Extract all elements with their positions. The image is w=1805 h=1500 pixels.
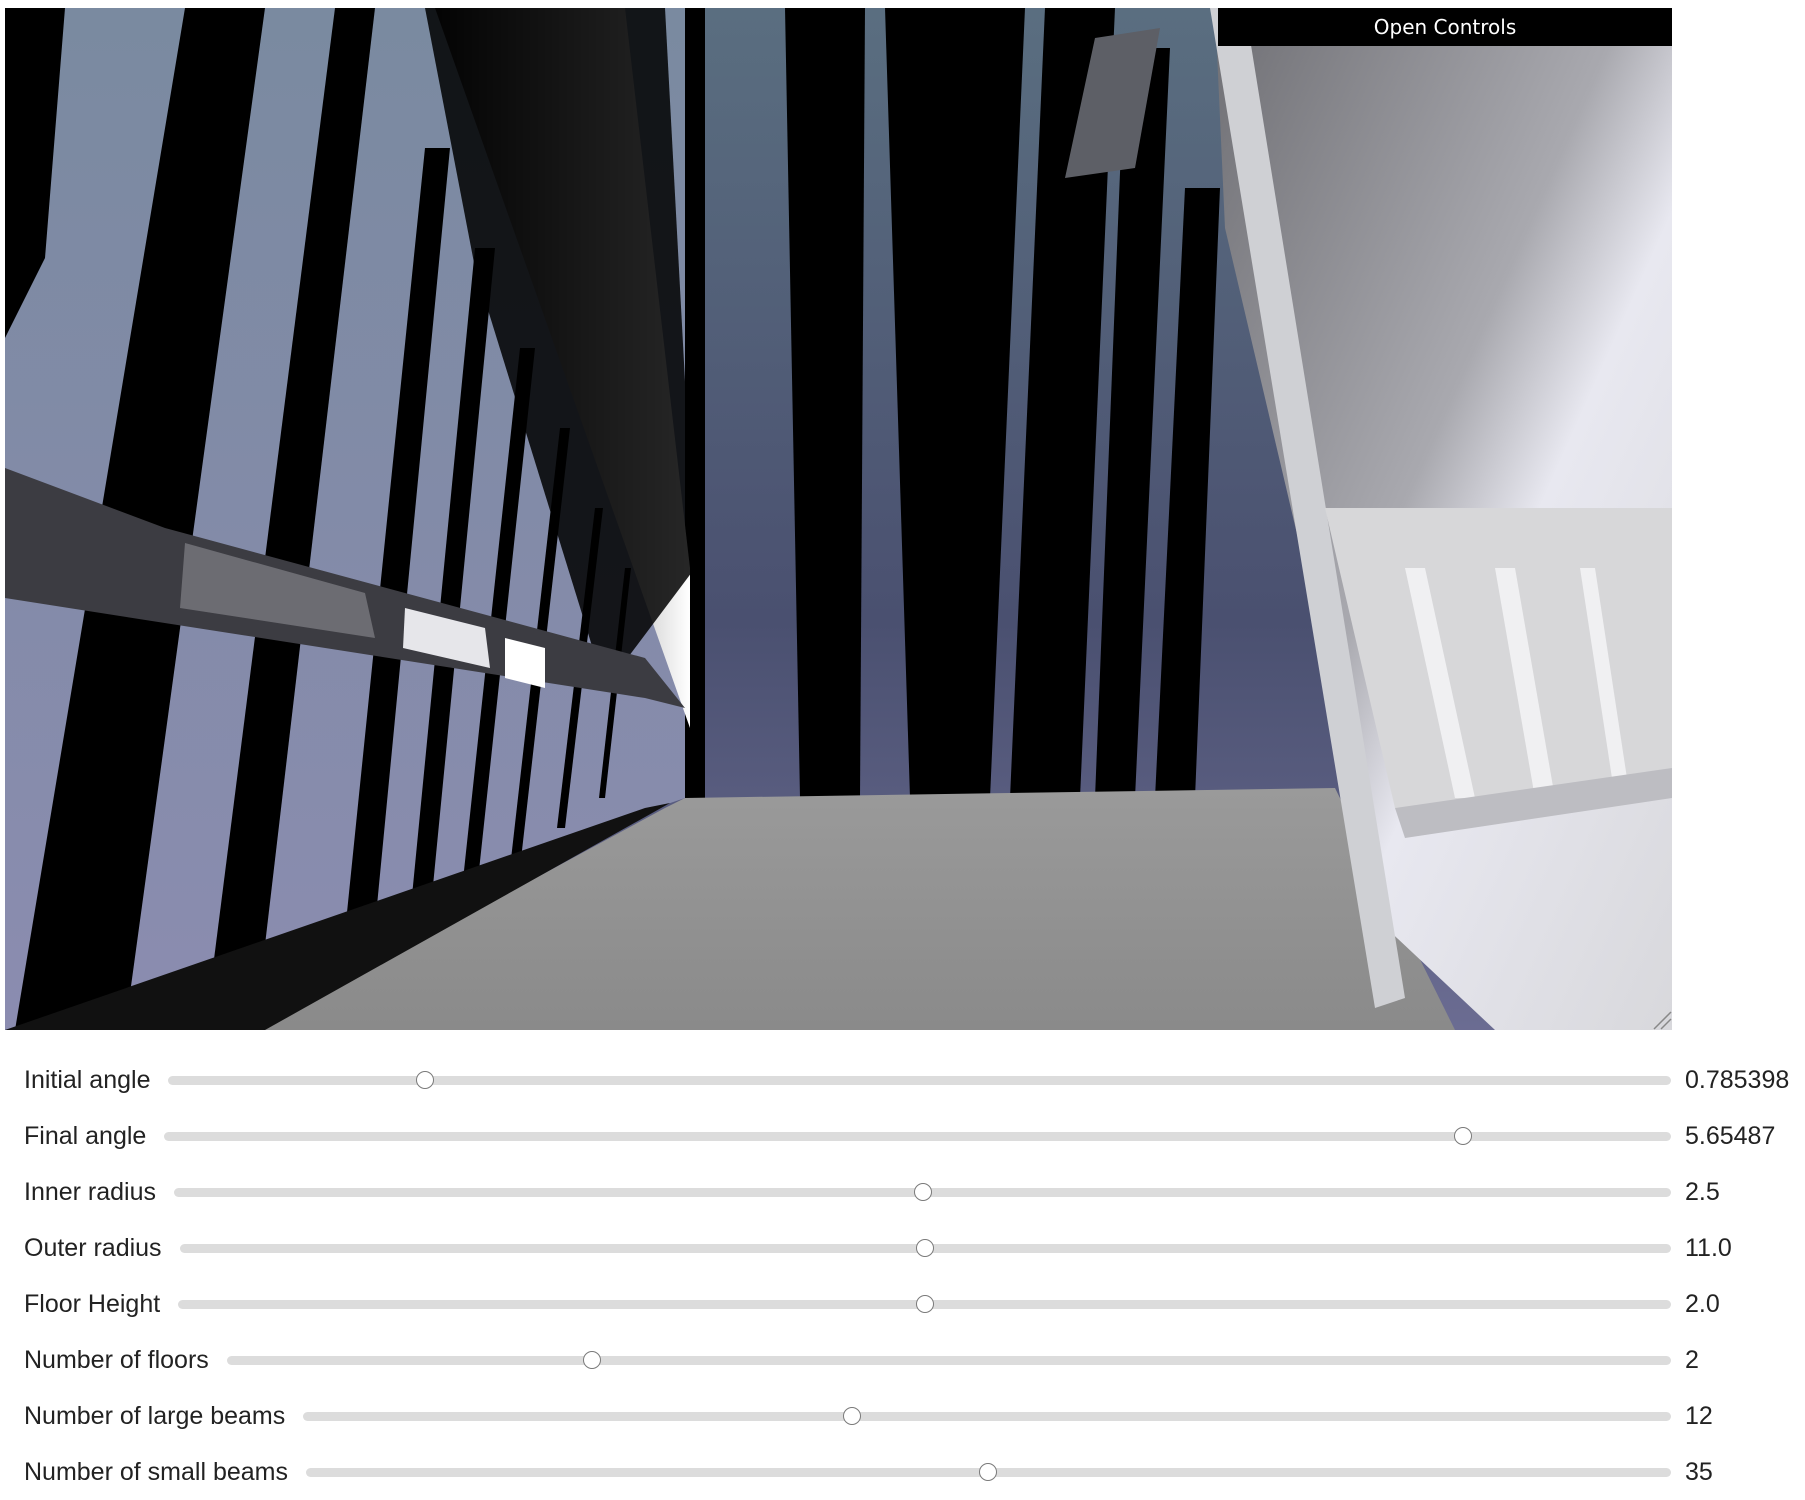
slider-label: Number of small beams: [24, 1457, 288, 1486]
number-of-small-beams-slider-thumb[interactable]: [979, 1463, 998, 1481]
slider-row-inner-radius: Inner radius 2.5: [0, 1164, 1805, 1220]
slider-value: 2: [1685, 1345, 1699, 1374]
number-of-floors-slider-thumb[interactable]: [583, 1351, 602, 1369]
slider-label: Outer radius: [24, 1233, 162, 1262]
slider-row-initial-angle: Initial angle 0.785398: [0, 1052, 1805, 1108]
slider-label: Number of floors: [24, 1345, 209, 1374]
number-of-small-beams-slider-track[interactable]: [305, 1463, 1671, 1481]
slider-value: 11.0: [1685, 1233, 1732, 1262]
slider-row-number-of-small-beams: Number of small beams 35: [0, 1444, 1805, 1500]
floor-height-slider-thumb[interactable]: [915, 1295, 934, 1313]
slider-row-outer-radius: Outer radius 11.0: [0, 1220, 1805, 1276]
slider-row-number-of-floors: Number of floors 2: [0, 1332, 1805, 1388]
initial-angle-slider-track[interactable]: [168, 1071, 1671, 1089]
floor-height-slider-track[interactable]: [178, 1295, 1671, 1313]
outer-radius-slider-thumb[interactable]: [916, 1239, 935, 1257]
inner-radius-slider-thumb[interactable]: [913, 1183, 932, 1201]
open-controls-button[interactable]: Open Controls: [1218, 8, 1672, 46]
slider-row-final-angle: Final angle 5.65487: [0, 1108, 1805, 1164]
initial-angle-slider-thumb[interactable]: [416, 1071, 435, 1089]
3d-viewport[interactable]: Open Controls: [5, 8, 1672, 1030]
final-angle-slider-thumb[interactable]: [1454, 1127, 1473, 1145]
number-of-floors-slider-track[interactable]: [226, 1351, 1671, 1369]
slider-value: 12: [1685, 1401, 1713, 1430]
slider-label: Inner radius: [24, 1177, 157, 1206]
3d-scene-render[interactable]: [5, 8, 1672, 1030]
slider-label: Final angle: [24, 1121, 147, 1150]
slider-row-number-of-large-beams: Number of large beams 12: [0, 1388, 1805, 1444]
inner-radius-slider-track[interactable]: [174, 1183, 1671, 1201]
slider-value: 2.5: [1685, 1177, 1720, 1206]
slider-label: Floor Height: [24, 1289, 161, 1318]
slider-label: Initial angle: [24, 1065, 151, 1094]
final-angle-slider-track[interactable]: [164, 1127, 1671, 1145]
slider-label: Number of large beams: [24, 1401, 286, 1430]
slider-value: 5.65487: [1685, 1121, 1776, 1150]
slider-value: 2.0: [1685, 1289, 1720, 1318]
slider-value: 0.785398: [1685, 1065, 1790, 1094]
slider-row-floor-height: Floor Height 2.0: [0, 1276, 1805, 1332]
slider-value: 35: [1685, 1457, 1713, 1486]
resize-grip-icon[interactable]: [1650, 1008, 1672, 1030]
number-of-large-beams-slider-thumb[interactable]: [842, 1407, 861, 1425]
controls-panel: Initial angle 0.785398 Final angle 5.654…: [0, 1052, 1805, 1500]
outer-radius-slider-track[interactable]: [179, 1239, 1671, 1257]
number-of-large-beams-slider-track[interactable]: [303, 1407, 1671, 1425]
